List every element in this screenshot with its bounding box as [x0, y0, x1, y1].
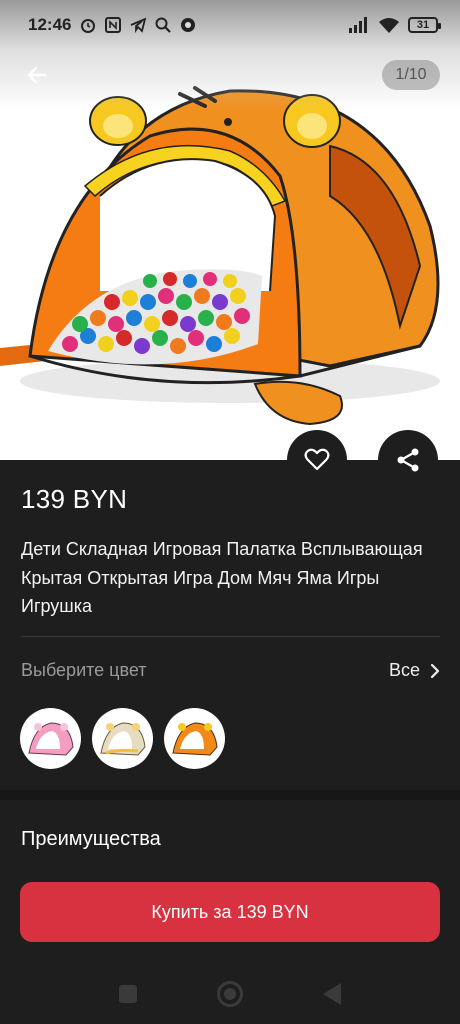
home-button[interactable] [217, 981, 243, 1007]
telegram-icon [131, 17, 147, 33]
system-back-button[interactable] [323, 983, 341, 1005]
share-button[interactable] [378, 430, 438, 490]
color-all-link[interactable]: Все [389, 660, 440, 681]
battery-indicator: 31 [408, 17, 441, 33]
wifi-icon [379, 18, 399, 33]
battery-level: 31 [416, 19, 430, 31]
recent-apps-button[interactable] [119, 985, 137, 1003]
heart-icon [304, 448, 330, 471]
color-selector-header: Выберите цвет Все [21, 660, 440, 681]
color-swatch-orange[interactable] [164, 708, 225, 769]
arrow-left-icon [27, 66, 47, 84]
product-price: 139 BYN [21, 484, 128, 514]
color-swatch-beige[interactable] [92, 708, 153, 769]
nfc-icon [105, 17, 122, 33]
orange-tent-thumbnail [171, 721, 218, 756]
color-selector-label: Выберите цвет [21, 660, 147, 680]
beige-tent-thumbnail [99, 721, 146, 756]
alarm-icon [81, 19, 96, 33]
back-button[interactable] [20, 58, 54, 92]
signal-icon [349, 17, 367, 33]
image-counter: 1/10 [382, 60, 440, 90]
product-title: Дети Складная Игровая Палатка Всплывающа… [21, 539, 423, 616]
favorite-button[interactable] [287, 430, 347, 490]
color-all-label: Все [388, 660, 420, 680]
status-bar: 12:46 31 [0, 0, 460, 50]
color-swatches [20, 708, 225, 769]
product-photo-tent [0, 86, 440, 426]
buy-button[interactable]: Купить за 139 BYN [20, 882, 440, 942]
pink-tent-thumbnail [27, 721, 74, 756]
chrome-icon [181, 18, 196, 32]
search-icon [155, 17, 172, 33]
advantages-heading: Преимущества [21, 828, 161, 850]
share-icon [397, 448, 419, 472]
color-swatch-pink[interactable] [20, 708, 81, 769]
status-time: 12:46 [28, 15, 72, 34]
system-navigation-bar [0, 964, 460, 1024]
section-separator [0, 790, 460, 800]
divider [21, 636, 440, 637]
chevron-right-icon [430, 663, 440, 678]
